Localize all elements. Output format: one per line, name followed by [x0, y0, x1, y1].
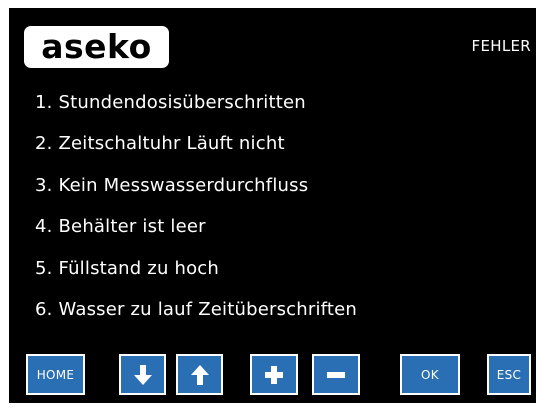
display-screen: aseko FEHLER 1. Stundendosisüberschritte…	[9, 8, 536, 403]
down-button[interactable]	[119, 354, 166, 395]
ok-button[interactable]: OK	[400, 354, 460, 395]
error-list: 1. Stundendosisüberschritten 2. Zeitscha…	[35, 92, 357, 340]
plus-button[interactable]	[250, 354, 298, 395]
error-item: 2. Zeitschaltuhr Läuft nicht	[35, 133, 285, 155]
error-item: 3. Kein Messwasserdurchfluss	[35, 174, 309, 196]
minus-icon	[326, 365, 346, 385]
home-button-label: HOME	[36, 367, 75, 382]
error-item: 1. Stundendosisüberschritten	[35, 92, 306, 113]
ok-button-label: OK	[421, 367, 439, 382]
screen-title: FEHLER	[471, 37, 531, 55]
esc-button-label: ESC	[496, 367, 522, 382]
aseko-logo: aseko	[24, 26, 169, 68]
arrow-down-icon	[133, 363, 153, 387]
plus-icon	[264, 365, 284, 385]
error-item: 6. Wasser zu lauf Zeitüberschriften	[35, 298, 358, 320]
minus-button[interactable]	[312, 354, 360, 395]
up-button[interactable]	[176, 354, 223, 395]
home-button[interactable]: HOME	[26, 354, 85, 395]
esc-button[interactable]: ESC	[487, 354, 531, 395]
error-item: 4. Behälter ist leer	[35, 216, 206, 238]
error-item: 5. Füllstand zu hoch	[35, 257, 219, 279]
arrow-up-icon	[190, 363, 210, 387]
